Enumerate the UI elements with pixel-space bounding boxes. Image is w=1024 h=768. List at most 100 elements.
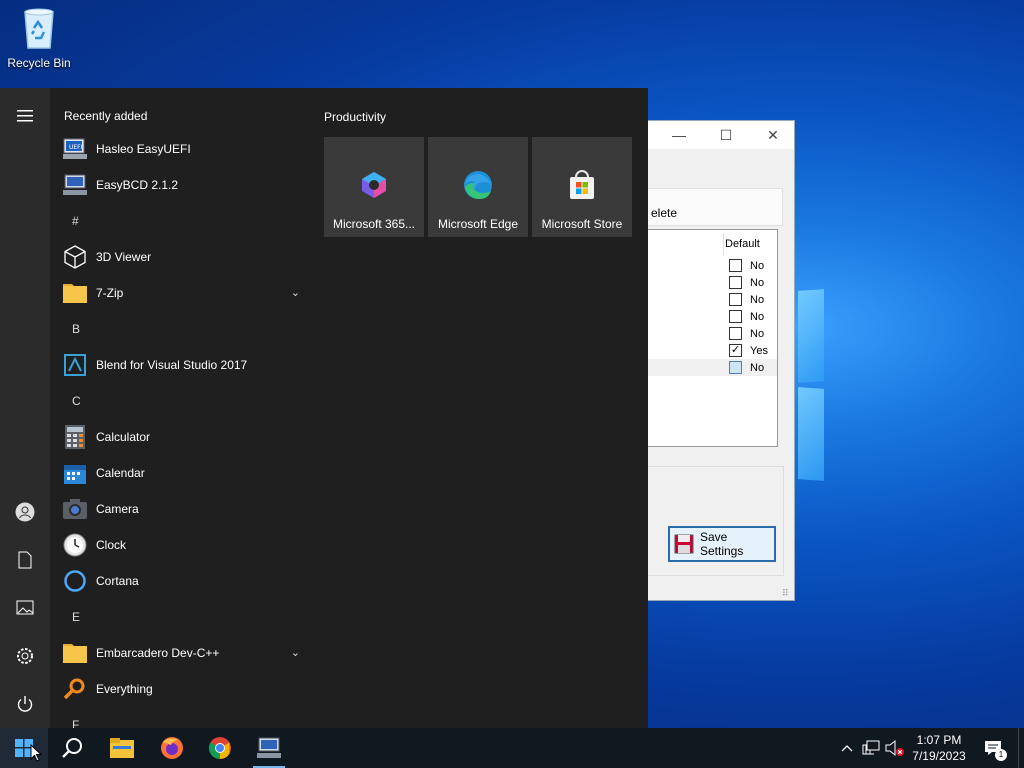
windows-logo-wallpaper [792, 288, 1024, 484]
start-app-3d-viewer[interactable]: 3D Viewer [50, 239, 314, 275]
letter-header[interactable]: E [72, 610, 80, 624]
default-value: No [750, 362, 765, 374]
user-icon [15, 502, 35, 522]
default-checkbox[interactable] [729, 327, 742, 340]
tile-label: Microsoft 365... [332, 217, 416, 231]
start-app-label: Hasleo EasyUEFI [96, 142, 191, 156]
firefox-taskbar-button[interactable] [148, 728, 196, 768]
tile-group-title: Productivity [324, 110, 387, 124]
easyuefi-icon: UEFI [63, 137, 87, 161]
hamburger-icon [17, 110, 33, 122]
network-icon [862, 740, 880, 755]
easybcd-icon [257, 737, 281, 758]
start-app-label: Clock [96, 538, 127, 552]
tile-microsoft-365[interactable]: Microsoft 365... [324, 137, 424, 237]
start-app-7-zip[interactable]: 7-Zip ⌄ [50, 275, 314, 311]
start-app-label: Blend for Visual Studio 2017 [96, 358, 248, 372]
start-app-hasleo-easyuefi[interactable]: UEFI Hasleo EasyUEFI [50, 131, 314, 167]
save-settings-label: Save Settings [699, 530, 744, 558]
start-app-camera[interactable]: Camera [50, 491, 314, 527]
save-settings-button[interactable]: Save Settings [668, 526, 776, 562]
easybcd-icon [63, 173, 87, 197]
store-icon [566, 169, 598, 201]
letter-header[interactable]: F [72, 718, 79, 728]
start-app-blend-for-visual-studio-2017[interactable]: Blend for Visual Studio 2017 [50, 347, 314, 383]
default-checkbox[interactable] [729, 259, 742, 272]
search-icon [62, 738, 82, 758]
edge-icon [462, 169, 494, 201]
expand-menu-button[interactable] [0, 92, 50, 140]
notification-count-badge: 1 [995, 749, 1007, 761]
recycle-bin-icon [24, 8, 54, 49]
letter-header[interactable]: C [72, 394, 81, 408]
tile-store[interactable]: Microsoft Store [532, 137, 632, 237]
start-app-label: Camera [96, 502, 139, 516]
easybcd-taskbar-button[interactable] [245, 728, 293, 768]
all-apps-list: Recently added UEFI Hasleo EasyUEFI EasyBC… [50, 88, 314, 728]
chevron-up-icon [841, 745, 853, 752]
chevron-down-icon: ⌄ [290, 287, 300, 299]
settings-button[interactable] [0, 632, 50, 680]
show-desktop-button[interactable] [1018, 728, 1024, 768]
start-app-label: Cortana [96, 574, 139, 588]
pictures-button[interactable] [0, 584, 50, 632]
tile-label: Microsoft Store [541, 217, 623, 231]
start-app-label: 3D Viewer [96, 250, 152, 264]
power-button[interactable] [0, 680, 50, 728]
action-center-button[interactable]: 1 [978, 734, 1008, 762]
tile-edge[interactable]: Microsoft Edge [428, 137, 528, 237]
recycle-bin[interactable]: Recycle Bin [6, 6, 72, 70]
floppy-disk-icon [674, 534, 694, 554]
show-hidden-icons-button[interactable] [837, 738, 857, 758]
file-explorer-icon [110, 738, 134, 758]
default-value: No [750, 294, 765, 306]
chevron-down-icon: ⌄ [290, 647, 300, 659]
firefox-icon [161, 737, 183, 759]
network-tray-button[interactable] [861, 738, 881, 758]
start-app-easybcd-2-1-2[interactable]: EasyBCD 2.1.2 [50, 167, 314, 203]
file-explorer-taskbar-button[interactable] [98, 728, 146, 768]
start-app-calculator[interactable]: Calculator [50, 419, 314, 455]
default-value: No [750, 328, 765, 340]
start-app-everything[interactable]: Everything [50, 671, 314, 707]
everything-icon [63, 677, 87, 701]
calculator-icon [63, 425, 87, 449]
start-app-calendar[interactable]: Calendar [50, 455, 314, 491]
start-app-clock[interactable]: Clock [50, 527, 314, 563]
default-checkbox[interactable] [729, 293, 742, 306]
default-checkbox[interactable] [729, 310, 742, 323]
delete-button[interactable]: elete [651, 206, 677, 220]
clock-time: 1:07 PM [916, 733, 962, 747]
start-app-embarcadero-dev-c[interactable]: Embarcadero Dev-C++ ⌄ [50, 635, 314, 671]
default-value: No [750, 311, 765, 323]
default-value: Yes [750, 345, 768, 357]
documents-button[interactable] [0, 536, 50, 584]
resize-grip[interactable]: ⠿ [782, 588, 792, 598]
gear-icon [17, 648, 33, 664]
default-checkbox[interactable] [729, 361, 742, 374]
chrome-taskbar-button[interactable] [196, 728, 244, 768]
folder-icon [63, 641, 87, 665]
start-app-cortana[interactable]: Cortana [50, 563, 314, 599]
letter-header[interactable]: B [72, 322, 80, 336]
svg-text:UEFI: UEFI [69, 144, 83, 151]
minimize-button[interactable]: — [656, 121, 702, 149]
volume-tray-button[interactable] [885, 738, 905, 758]
blend-icon [63, 353, 87, 377]
maximize-button[interactable]: ☐ [703, 121, 749, 149]
search-button[interactable] [48, 728, 96, 768]
cortana-icon [63, 569, 87, 593]
default-checkbox[interactable]: ✓ [729, 344, 742, 357]
start-menu-rail [0, 88, 50, 728]
letter-header[interactable]: # [72, 214, 79, 228]
chrome-icon [209, 737, 231, 759]
start-app-label: 7-Zip [96, 286, 124, 300]
document-icon [18, 551, 32, 569]
close-button[interactable]: ✕ [750, 121, 796, 149]
column-header-default[interactable]: Default [725, 238, 760, 250]
clock[interactable]: 1:07 PM 7/19/2023 [908, 732, 970, 764]
account-button[interactable] [0, 488, 50, 536]
default-checkbox[interactable] [729, 276, 742, 289]
recycle-bin-label: Recycle Bin [7, 56, 71, 70]
3d-viewer-icon [63, 245, 87, 269]
